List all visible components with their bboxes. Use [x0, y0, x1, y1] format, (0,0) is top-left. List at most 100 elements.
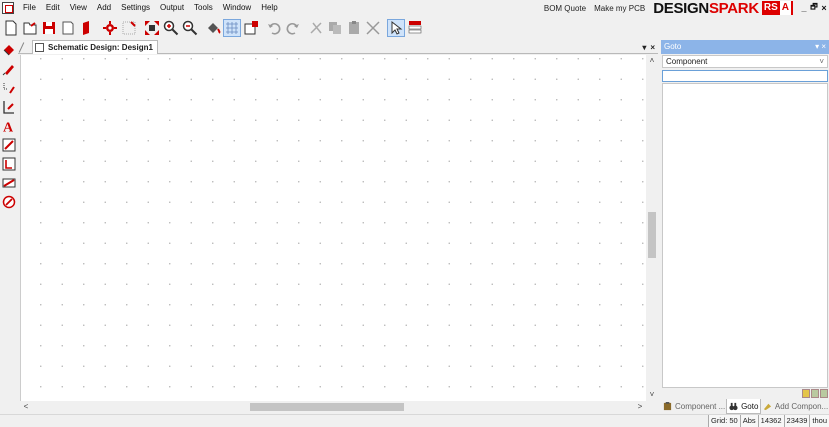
panel-controls[interactable]: ▾ ×	[815, 40, 826, 54]
close-doc-icon[interactable]	[59, 19, 77, 37]
grid-toggle-icon[interactable]	[223, 19, 241, 37]
goto-results-list[interactable]	[662, 83, 828, 388]
rectangle-tool-icon[interactable]	[0, 173, 18, 192]
status-abs: Abs	[739, 415, 758, 427]
menu-tools[interactable]: Tools	[189, 0, 218, 16]
wire-tool-icon[interactable]	[0, 78, 18, 97]
tab-controls: ▾ ×	[642, 40, 655, 54]
menu-file[interactable]: File	[18, 0, 41, 16]
line-tool-icon[interactable]	[0, 135, 18, 154]
pin-icon[interactable]	[811, 389, 819, 398]
grid-icon[interactable]	[120, 19, 138, 37]
tab-schematic-design[interactable]: Schematic Design: Design1	[32, 40, 158, 54]
shape-tool-icon[interactable]	[0, 154, 18, 173]
tab-add-component-label: Add Compon...	[774, 402, 829, 411]
select-icon[interactable]	[387, 19, 405, 37]
pen-tool-icon[interactable]	[0, 59, 18, 78]
tab-component-label: Component ...	[675, 402, 726, 411]
status-grid: Grid: 50	[708, 415, 740, 427]
settings-icon[interactable]	[101, 19, 119, 37]
lock-icon[interactable]	[802, 389, 810, 398]
binoculars-icon	[729, 402, 738, 410]
restore-button[interactable]: 🗗	[809, 1, 819, 15]
scroll-right-icon[interactable]: >	[634, 401, 646, 413]
goto-search-input[interactable]	[662, 70, 828, 82]
horizontal-scrollbar[interactable]: < >	[20, 401, 646, 413]
svg-text:A: A	[3, 120, 14, 133]
bus-tool-icon[interactable]	[0, 97, 18, 116]
copy-icon[interactable]	[326, 19, 344, 37]
status-y-coordinate: 23439	[783, 415, 810, 427]
panel-tabs: Component ... Goto Add Compon...	[661, 399, 829, 414]
select-tool-icon[interactable]	[0, 40, 18, 59]
schematic-doc-icon	[35, 43, 44, 52]
menu-output[interactable]: Output	[155, 0, 189, 16]
zoom-extents-icon[interactable]	[143, 19, 161, 37]
zoom-out-icon[interactable]	[181, 19, 199, 37]
fill-icon[interactable]	[204, 19, 222, 37]
new-icon[interactable]	[2, 19, 20, 37]
horizontal-scroll-thumb[interactable]	[250, 403, 404, 411]
status-bar: Grid: 50 Abs 14362 23439 thou	[0, 414, 829, 427]
rs-logo: RS A	[761, 1, 793, 15]
panel-title: Goto	[664, 42, 682, 51]
menu-right-group: BOM Quote Make my PCB DESIGNSPARK RS A _ …	[540, 0, 829, 17]
dropdown-value: Component	[666, 57, 708, 66]
panel-title-bar: Goto ▾ ×	[661, 40, 829, 54]
scroll-left-icon[interactable]: <	[20, 401, 32, 413]
vertical-scrollbar[interactable]: ˄ ˅	[646, 55, 658, 401]
tab-goto-label: Goto	[741, 401, 759, 411]
properties-icon[interactable]	[242, 19, 260, 37]
scroll-corner	[646, 401, 658, 413]
tab-close-icon[interactable]: ×	[650, 43, 655, 52]
chevron-down-icon: ˅	[819, 57, 824, 66]
schematic-canvas[interactable]	[20, 55, 646, 401]
tab-component[interactable]: Component ...	[661, 399, 726, 414]
tab-divider	[18, 42, 25, 53]
cut-icon[interactable]	[307, 19, 325, 37]
bom-quote-link[interactable]: BOM Quote	[540, 4, 590, 13]
status-x-coordinate: 14362	[757, 415, 784, 427]
menu-view[interactable]: View	[65, 0, 92, 16]
document-tab-bar: Schematic Design: Design1 ▾ ×	[18, 40, 658, 54]
status-fields: Grid: 50 Abs 14362 23439 thou	[708, 415, 829, 427]
text-tool-icon[interactable]: A	[0, 116, 18, 135]
menu-bar: File Edit View Add Settings Output Tools…	[0, 0, 829, 17]
document-area: Schematic Design: Design1 ▾ × ˄ ˅ < >	[18, 40, 658, 414]
zoom-in-icon[interactable]	[162, 19, 180, 37]
main-toolbar	[0, 17, 829, 39]
delete-icon[interactable]	[364, 19, 382, 37]
goto-panel: Goto ▾ × Component ˅ Component ... Goto …	[661, 40, 829, 414]
library-icon[interactable]	[78, 19, 96, 37]
refresh-icon[interactable]	[820, 389, 828, 398]
paste-icon[interactable]	[345, 19, 363, 37]
left-tool-strip: A	[0, 40, 18, 225]
save-icon[interactable]	[40, 19, 58, 37]
menu-add[interactable]: Add	[92, 0, 116, 16]
tab-add-component[interactable]: Add Compon...	[761, 399, 829, 414]
scroll-up-icon[interactable]: ˄	[646, 55, 658, 67]
scroll-down-icon[interactable]: ˅	[646, 389, 658, 401]
panel-mini-buttons	[802, 389, 828, 398]
status-units: thou	[809, 415, 829, 427]
close-button[interactable]: ×	[819, 3, 829, 13]
circle-tool-icon[interactable]	[0, 192, 18, 211]
component-icon	[663, 402, 672, 411]
make-pcb-link[interactable]: Make my PCB	[590, 4, 649, 13]
tab-goto[interactable]: Goto	[726, 399, 761, 414]
tab-title: Schematic Design: Design1	[48, 43, 153, 52]
open-icon[interactable]	[21, 19, 39, 37]
goto-type-dropdown[interactable]: Component ˅	[662, 55, 828, 68]
menu-help[interactable]: Help	[256, 0, 282, 16]
redo-icon[interactable]	[284, 19, 302, 37]
vertical-scroll-thumb[interactable]	[648, 212, 656, 258]
menu-window[interactable]: Window	[218, 0, 256, 16]
menu-settings[interactable]: Settings	[116, 0, 155, 16]
tab-menu-icon[interactable]: ▾	[642, 43, 646, 52]
undo-icon[interactable]	[265, 19, 283, 37]
menu-edit[interactable]: Edit	[41, 0, 65, 16]
minimize-button[interactable]: _	[799, 3, 809, 13]
add-component-icon	[763, 403, 771, 411]
interaction-bar-icon[interactable]	[406, 19, 424, 37]
app-icon[interactable]	[2, 2, 14, 14]
